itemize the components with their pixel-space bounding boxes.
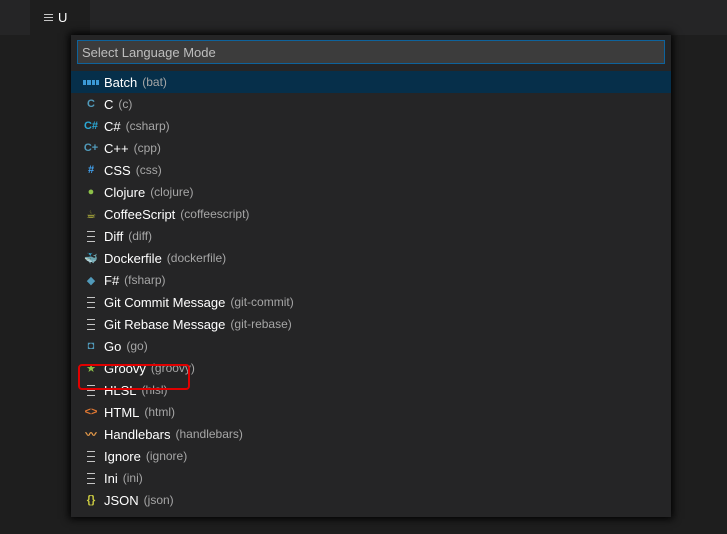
language-mode-quick-pick: Batch (bat) CC (c) C# C# (csharp) C+ C++ (cpp) # CS…: [71, 35, 671, 517]
language-id: (ini): [122, 471, 143, 485]
language-item-diff[interactable]: Diff (diff): [71, 225, 671, 247]
language-label: Git Commit Message: [104, 294, 226, 310]
language-id: (dockerfile): [166, 251, 227, 265]
language-label: Dockerfile: [104, 250, 162, 266]
language-item-cpp[interactable]: C+ C++ (cpp): [71, 137, 671, 159]
lines-icon: [83, 294, 99, 310]
language-id: (json): [143, 493, 174, 507]
language-label: Batch: [104, 74, 138, 90]
language-id: (groovy): [150, 361, 195, 375]
language-id: (bat): [142, 75, 167, 89]
file-lines-icon: [44, 12, 53, 23]
language-label: CSS: [104, 162, 131, 178]
docker-icon: 🐳: [84, 252, 98, 265]
language-label: Clojure: [104, 184, 146, 200]
language-item-c[interactable]: C C (c): [71, 93, 671, 115]
tab-bar: U: [0, 0, 727, 35]
language-id: (git-rebase): [230, 317, 292, 331]
language-id: (ignore): [145, 449, 188, 463]
language-label: C: [104, 96, 114, 112]
language-label: Go: [104, 338, 122, 354]
language-item-go[interactable]: ◘ Go (go): [71, 335, 671, 357]
language-item-git-rebase[interactable]: Git Rebase Message (git-rebase): [71, 313, 671, 335]
lines-icon: [83, 470, 99, 486]
language-item-csharp[interactable]: C# C# (csharp): [71, 115, 671, 137]
language-item-groovy[interactable]: ★ Groovy (groovy): [71, 357, 671, 379]
editor-area: Batch (bat) CC (c) C# C# (csharp) C+ C++ (cpp) # CS…: [0, 35, 727, 534]
language-id: (css): [135, 163, 162, 177]
language-label: Git Rebase Message: [104, 316, 226, 332]
language-id: (handlebars): [175, 427, 243, 441]
language-id: (c): [118, 97, 133, 111]
c-icon: C: [87, 98, 95, 110]
lines-icon: [83, 228, 99, 244]
groovy-icon: ★: [86, 362, 96, 375]
html-icon: <>: [84, 406, 98, 418]
language-label: Ini: [104, 470, 118, 486]
language-label: JSON: [104, 492, 139, 508]
language-label: Diff: [104, 228, 124, 244]
language-label: HLSL: [104, 382, 137, 398]
editor-tab-title: U: [58, 10, 68, 25]
language-label: CoffeeScript: [104, 206, 176, 222]
language-item-css[interactable]: # CSS (css): [71, 159, 671, 181]
lines-icon: [83, 316, 99, 332]
language-item-hlsl[interactable]: HLSL (hlsl): [71, 379, 671, 401]
language-item-fsharp[interactable]: ◆ F# (fsharp): [71, 269, 671, 291]
cpp-icon: C+: [83, 142, 99, 154]
language-label: Handlebars: [104, 426, 171, 442]
language-label: Groovy: [104, 360, 146, 376]
csharp-icon: C#: [83, 120, 99, 132]
language-id: (html): [144, 405, 176, 419]
language-id: (cpp): [133, 141, 161, 155]
language-id: (diff): [128, 229, 153, 243]
language-id: (csharp): [125, 119, 170, 133]
language-label: Ignore: [104, 448, 141, 464]
language-label: HTML: [104, 404, 140, 420]
language-item-json[interactable]: {} JSON (json): [71, 489, 671, 511]
language-id: (clojure): [150, 185, 194, 199]
language-item-clojure[interactable]: ● Clojure (clojure): [71, 181, 671, 203]
language-id: (coffeescript): [180, 207, 250, 221]
language-item-git-commit[interactable]: Git Commit Message (git-commit): [71, 291, 671, 313]
language-id: (go): [126, 339, 148, 353]
language-id: (hlsl): [141, 383, 168, 397]
language-list: Batch (bat) C C (c) C# C# (csharp) C+ C++ (cpp) # CS…: [71, 71, 671, 511]
language-item-coffeescript[interactable]: ☕ CoffeeScript (coffeescript): [71, 203, 671, 225]
language-label: F#: [104, 272, 120, 288]
language-item-bat[interactable]: Batch (bat): [71, 71, 671, 93]
language-item-dockerfile[interactable]: 🐳 Dockerfile (dockerfile): [71, 247, 671, 269]
coffee-icon: ☕: [86, 208, 96, 221]
language-mode-search-input[interactable]: [77, 40, 665, 64]
handlebars-icon: 〰: [85, 429, 97, 441]
language-id: (git-commit): [230, 295, 294, 309]
windows-icon: [83, 74, 99, 90]
language-item-ini[interactable]: Ini (ini): [71, 467, 671, 489]
language-item-ignore[interactable]: Ignore (ignore): [71, 445, 671, 467]
clojure-icon: ●: [87, 186, 95, 198]
lines-icon: [83, 448, 99, 464]
lines-icon: [83, 382, 99, 398]
editor-tab[interactable]: U: [30, 0, 90, 35]
language-item-handlebars[interactable]: 〰 Handlebars (handlebars): [71, 423, 671, 445]
hash-icon: #: [87, 164, 95, 176]
language-label: C++: [104, 140, 129, 156]
go-icon: ◘: [87, 340, 95, 352]
fsharp-icon: ◆: [86, 274, 96, 287]
language-item-html[interactable]: <> HTML (html): [71, 401, 671, 423]
language-id: (fsharp): [124, 273, 166, 287]
json-icon: {}: [86, 494, 96, 506]
language-label: C#: [104, 118, 121, 134]
